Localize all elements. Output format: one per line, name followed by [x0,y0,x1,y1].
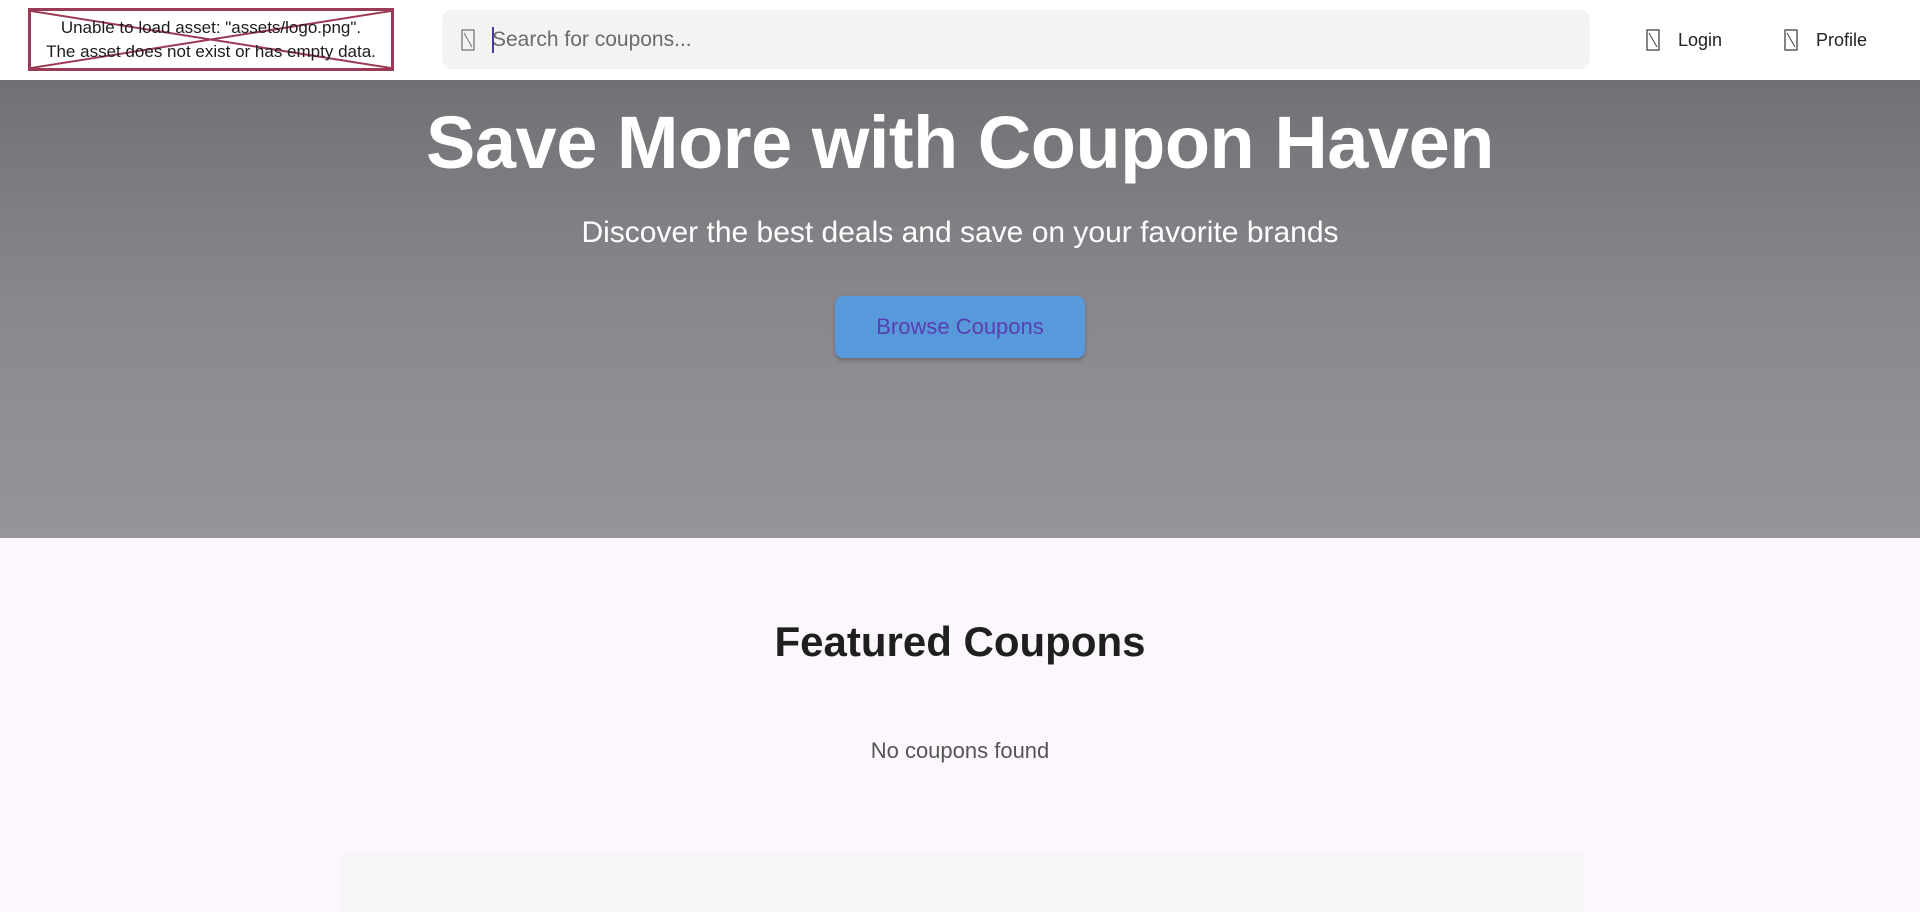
search-input[interactable] [492,10,1572,69]
empty-state-message: No coupons found [870,738,1050,763]
content-panel [340,852,1586,912]
login-label: Login [1678,29,1723,50]
hero-title: Save More with Coupon Haven [426,101,1494,184]
login-icon [1646,29,1660,51]
browse-coupons-button[interactable]: Browse Coupons [835,296,1085,358]
logo-error-line-2: The asset does not exist or has empty da… [46,41,376,61]
search-bar[interactable] [442,10,1590,69]
hero-subtitle: Discover the best deals and save on your… [581,216,1339,249]
search-icon [458,28,478,52]
profile-button[interactable]: Profile [1784,20,1867,60]
app-header: Unable to load asset: "assets/logo.png".… [0,0,1920,80]
logo-error-message: Unable to load asset: "assets/logo.png".… [31,11,391,68]
logo-error-placeholder: Unable to load asset: "assets/logo.png".… [28,8,394,71]
text-caret [492,27,494,53]
hero-banner: Save More with Coupon Haven Discover the… [0,80,1920,538]
profile-label: Profile [1816,29,1868,50]
logo-error-line-1: Unable to load asset: "assets/logo.png". [60,17,362,37]
profile-icon [1784,29,1798,51]
login-button[interactable]: Login [1646,20,1722,60]
featured-title: Featured Coupons [774,618,1146,665]
